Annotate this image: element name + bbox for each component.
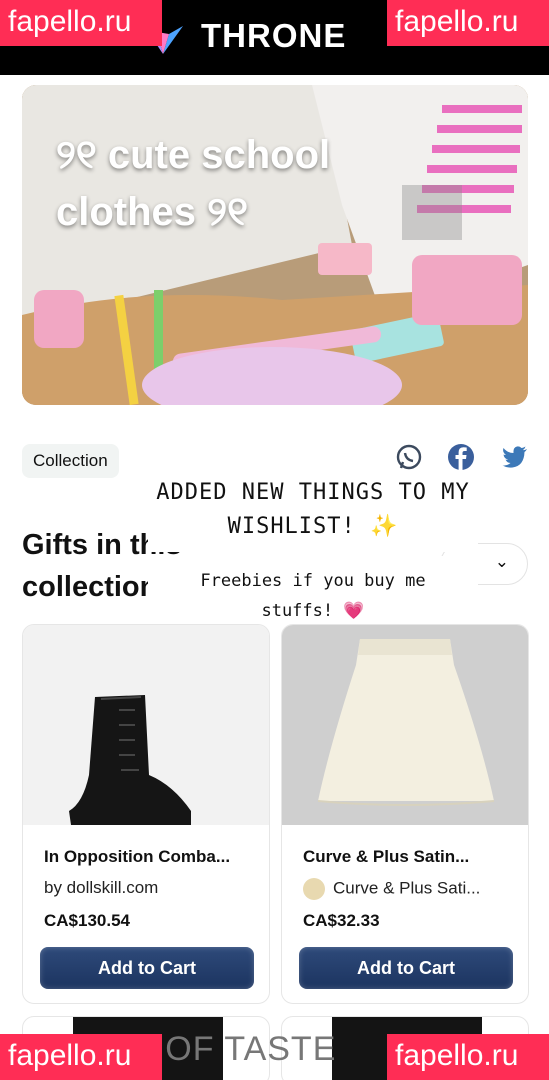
product-seller: Curve & Plus Sati...	[303, 878, 480, 900]
product-seller-name: Curve & Plus Sati...	[333, 878, 481, 898]
story-text-box: ADDED NEW THINGS TO MY WISHLIST! ✨	[148, 470, 478, 552]
product-seller: by dollskill.com	[44, 878, 159, 897]
app-logo-text[interactable]: THRONE	[201, 17, 346, 55]
add-to-cart-button[interactable]: Add to Cart	[40, 947, 254, 989]
chevron-down-icon: ⌄	[494, 552, 509, 571]
facebook-icon[interactable]	[447, 443, 475, 471]
seller-avatar-icon	[303, 878, 325, 900]
product-card[interactable]: In Opposition Comba... by dollskill.com …	[22, 624, 270, 1004]
watermark-label: fapello.ru	[387, 0, 549, 46]
combat-boot-image	[69, 695, 191, 825]
story-text-line: WISHLIST! ✨	[227, 514, 399, 539]
product-name[interactable]: Curve & Plus Satin...	[303, 847, 517, 867]
story-text-line: stuffs! 💗	[261, 601, 365, 621]
story-text-line: Freebies if you buy me	[200, 571, 426, 591]
add-to-cart-button[interactable]: Add to Cart	[299, 947, 513, 989]
product-image[interactable]	[282, 625, 528, 825]
collection-cover-image: ୨୧ cute school clothes ୨୧	[22, 85, 528, 405]
whatsapp-icon[interactable]	[395, 443, 423, 471]
product-price: CA$32.33	[303, 911, 380, 930]
twitter-icon[interactable]	[501, 443, 529, 471]
watermark-label: fapello.ru	[0, 0, 162, 46]
collection-title: ୨୧ cute school clothes ୨୧	[56, 133, 331, 234]
watermark-label: fapello.ru	[0, 1034, 162, 1080]
product-card[interactable]: Curve & Plus Satin... Curve & Plus Sati.…	[281, 624, 529, 1004]
product-name[interactable]: In Opposition Comba...	[44, 847, 258, 867]
collection-badge: Collection	[22, 444, 119, 478]
product-image[interactable]	[23, 625, 269, 825]
watermark-label: fapello.ru	[387, 1034, 549, 1080]
story-text-line: ADDED NEW THINGS TO MY	[156, 480, 470, 505]
product-price: CA$130.54	[44, 911, 131, 930]
satin-skirt-image	[317, 639, 495, 806]
